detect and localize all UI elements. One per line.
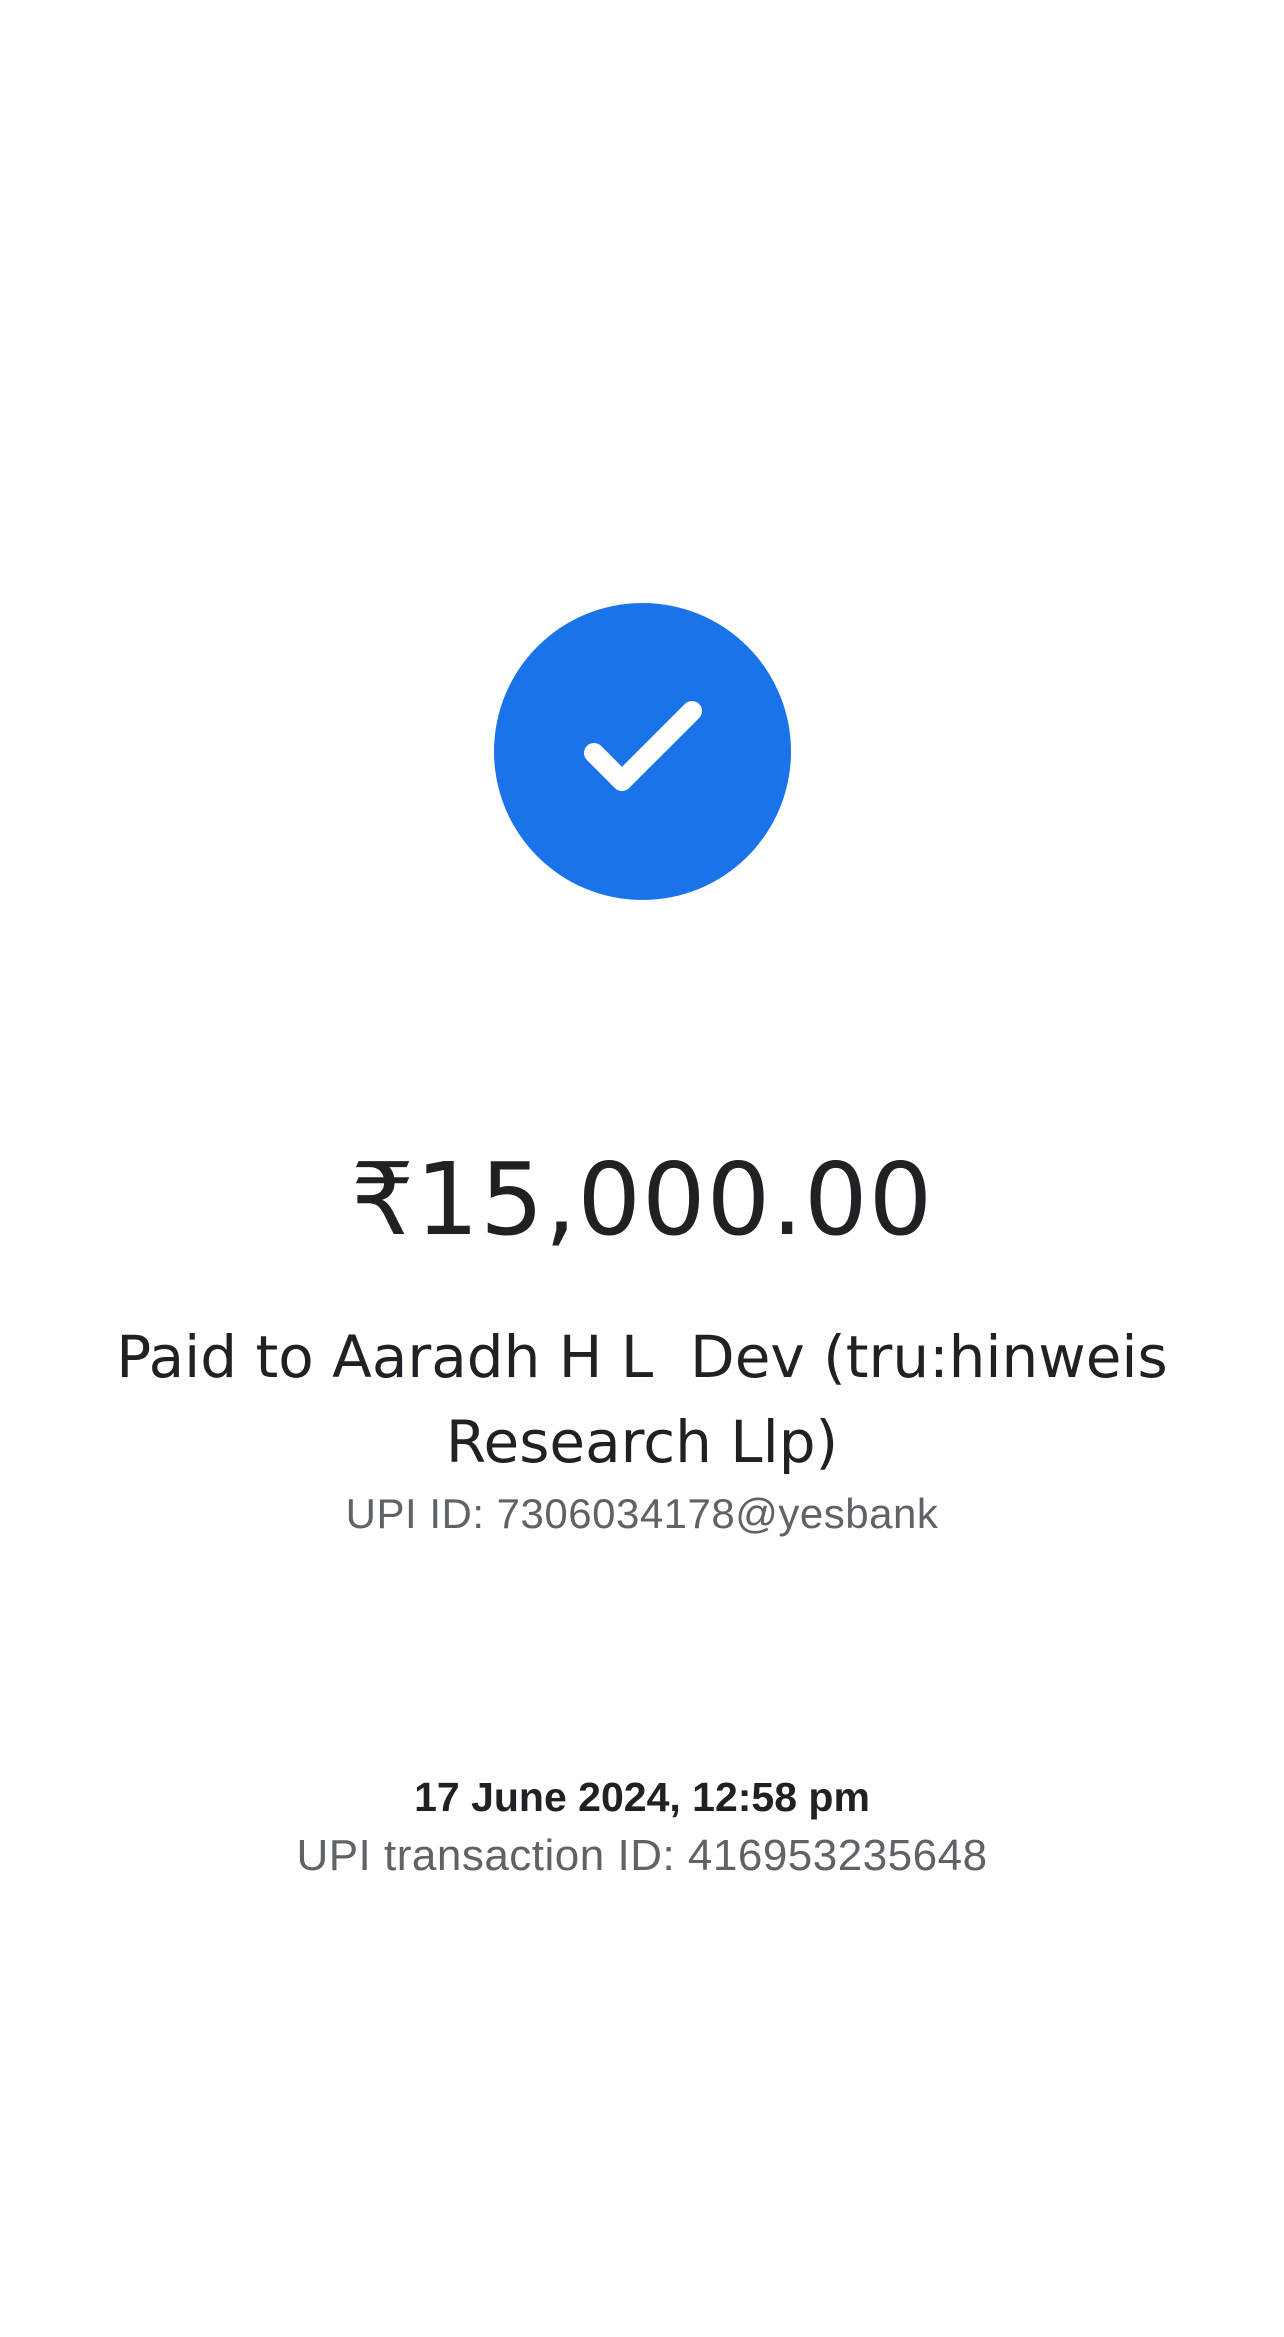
- check-circle-icon: [494, 603, 791, 900]
- upi-transaction-id: UPI transaction ID: 416953235648: [296, 1831, 988, 1880]
- payment-success-screen: ₹15,000.00 Paid to Aaradh H L Dev (tru:h…: [0, 0, 1284, 2337]
- payment-datetime: 17 June 2024, 12:58 pm: [414, 1774, 870, 1820]
- payee-name: Paid to Aaradh H L Dev (tru:hinweis Rese…: [116, 1323, 1187, 1476]
- payment-amount: ₹15,000.00: [350, 1141, 934, 1258]
- payee-upi-id: UPI ID: 7306034178@yesbank: [345, 1490, 939, 1537]
